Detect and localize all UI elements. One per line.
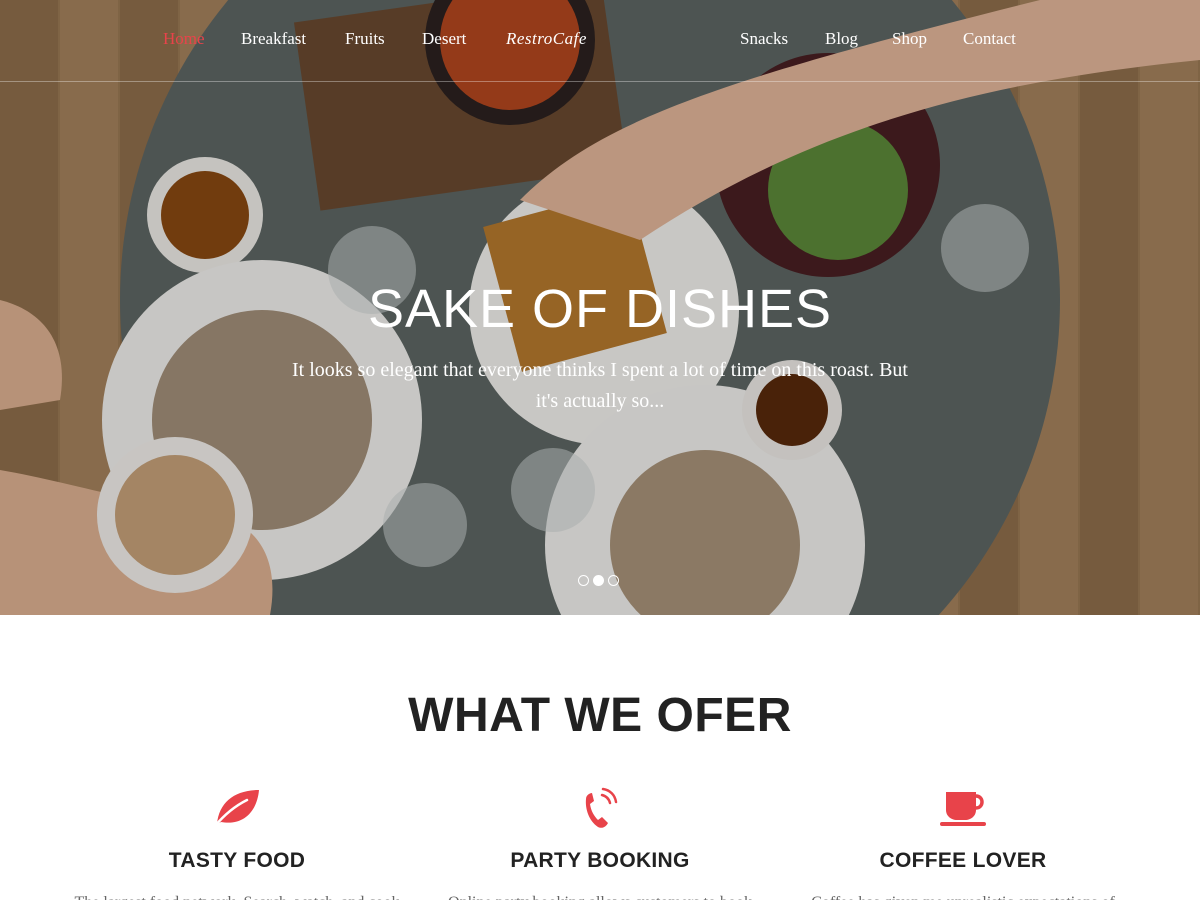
main-navigation: Home Breakfast Fruits Desert RestroCafe … <box>0 0 1200 82</box>
nav-item-contact[interactable]: Contact <box>963 29 1016 49</box>
feature-title: TASTY FOOD <box>168 849 306 872</box>
hero-description: It looks so elegant that everyone thinks… <box>291 359 908 412</box>
feature-tasty-food: TASTY FOOD The largest food network. Sea… <box>57 785 417 900</box>
slider-dot-1[interactable] <box>578 575 589 586</box>
nav-item-fruits[interactable]: Fruits <box>345 29 385 49</box>
nav-item-shop[interactable]: Shop <box>892 29 927 49</box>
nav-item-snacks[interactable]: Snacks <box>740 29 788 49</box>
hero-slider: Home Breakfast Fruits Desert RestroCafe … <box>0 0 1200 615</box>
feature-title: PARTY BOOKING <box>510 849 690 872</box>
site-logo[interactable]: RestroCafe <box>506 29 587 49</box>
nav-item-home[interactable]: Home <box>163 29 205 49</box>
feature-text: Coffee has given me unrealistic expectat… <box>783 891 1143 900</box>
feature-coffee-lover: COFFEE LOVER Coffee has given me unreali… <box>783 785 1143 900</box>
hero-title: SAKE OF DISHES <box>367 279 833 339</box>
feature-title: COFFEE LOVER <box>879 849 1047 872</box>
slider-dots <box>578 575 619 586</box>
phone-ringing-icon <box>420 785 780 830</box>
slider-dot-3[interactable] <box>608 575 619 586</box>
nav-item-breakfast[interactable]: Breakfast <box>241 29 306 49</box>
feature-text: The largest food network. Search, watch,… <box>57 891 417 900</box>
nav-item-blog[interactable]: Blog <box>825 29 858 49</box>
feature-party-booking: PARTY BOOKING Online party booking allow… <box>420 785 780 900</box>
feature-text: Online party booking allows customers to… <box>420 891 780 900</box>
offer-section-title: WHAT WE OFER <box>408 689 792 742</box>
nav-item-desert[interactable]: Desert <box>422 29 466 49</box>
coffee-cup-icon <box>783 785 1143 830</box>
leaf-icon <box>57 785 417 830</box>
slider-dot-2[interactable] <box>593 575 604 586</box>
